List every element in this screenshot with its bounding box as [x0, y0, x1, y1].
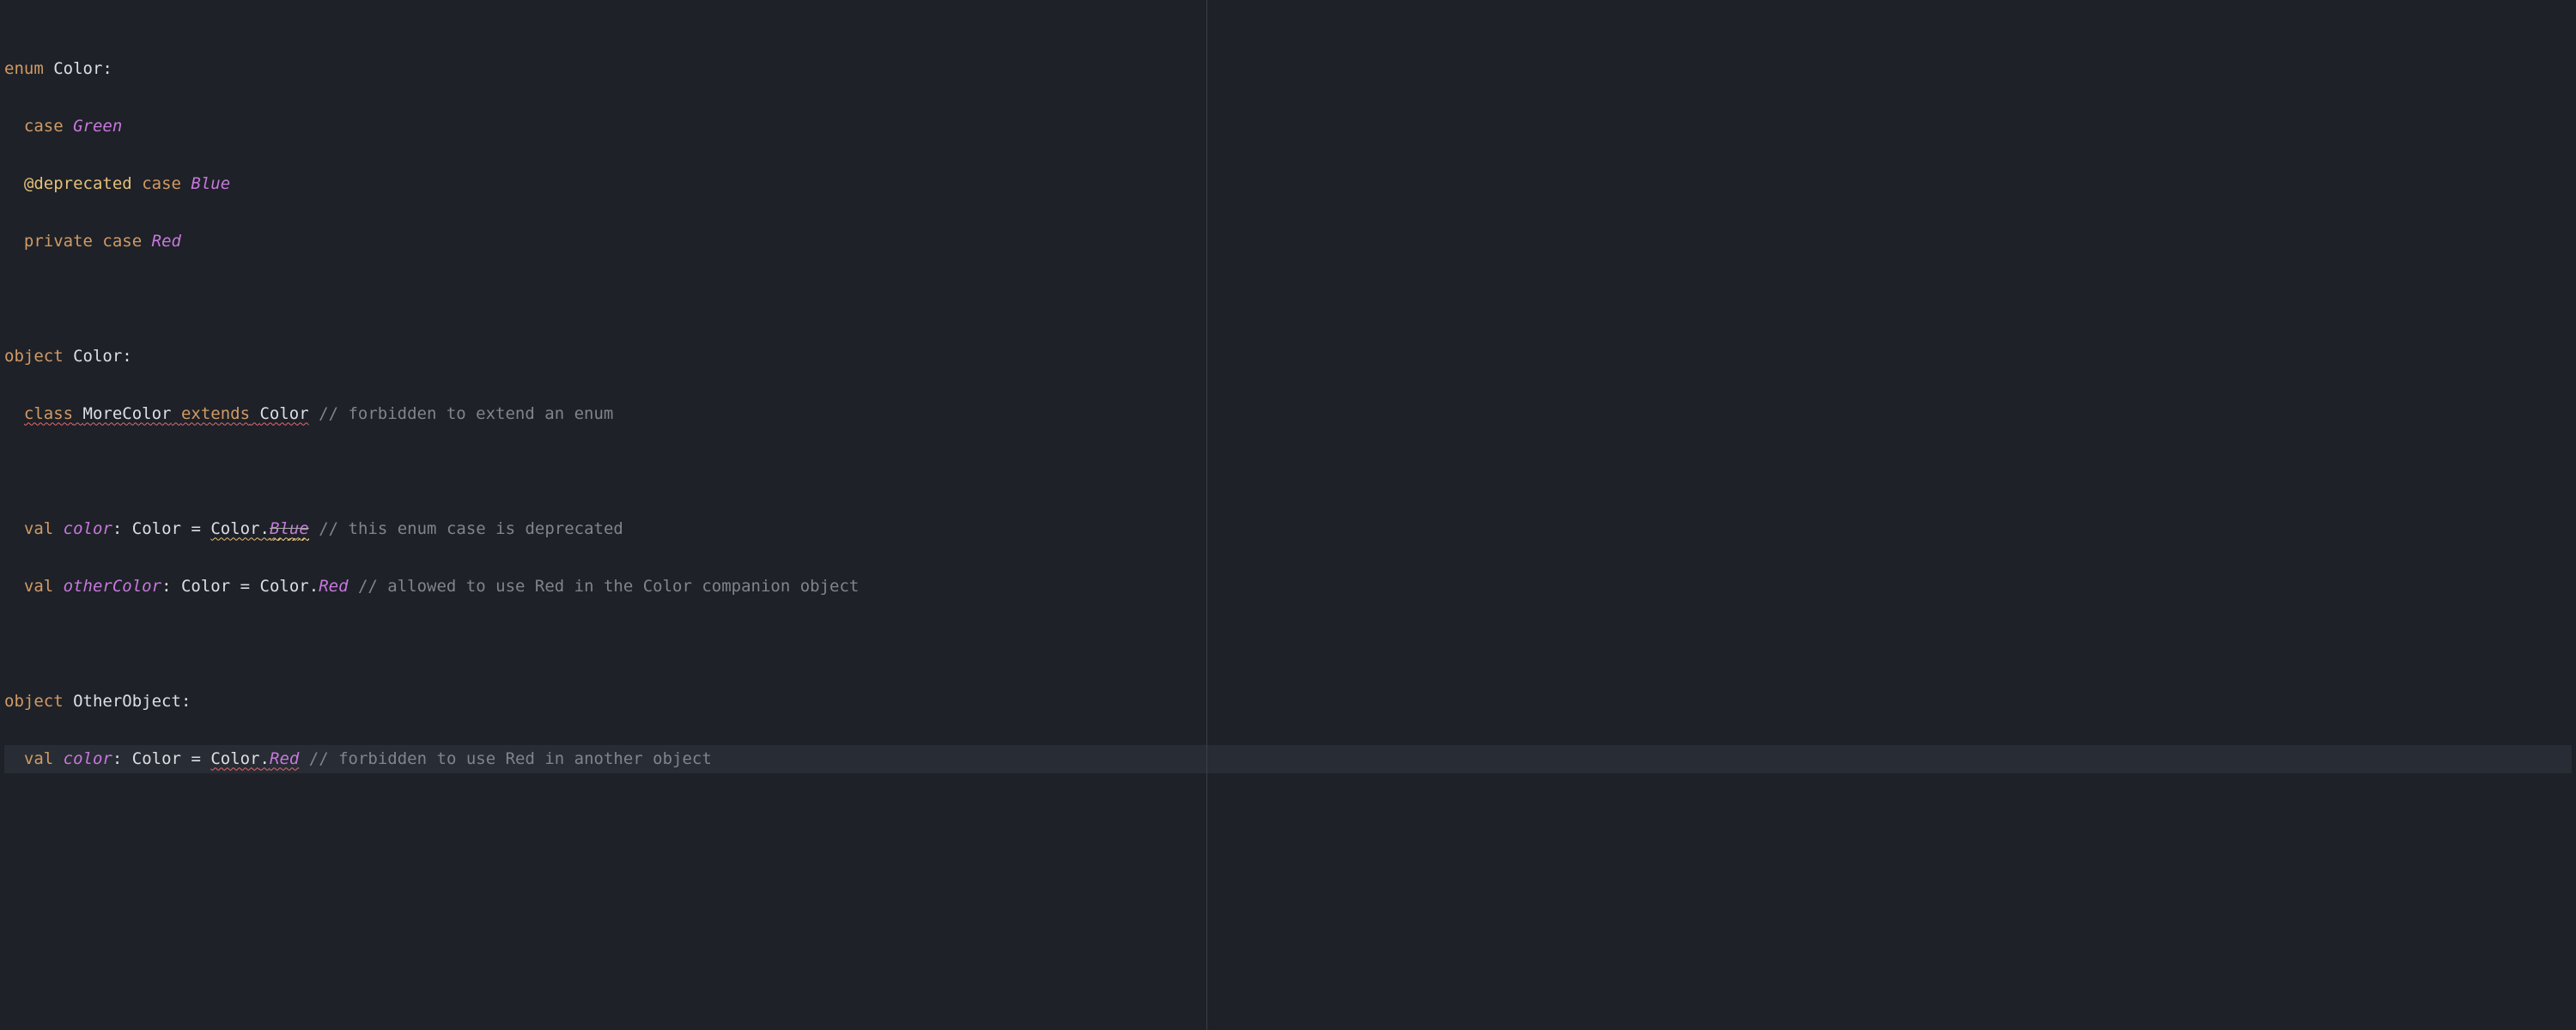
colon: : [181, 692, 191, 711]
colon: : [112, 749, 122, 768]
keyword-extends: extends [181, 404, 250, 423]
dot: . [260, 519, 270, 538]
keyword-object: object [4, 347, 64, 366]
keyword-case: case [24, 117, 64, 136]
code-line-highlighted: val color: Color = Color.Red // forbidde… [4, 745, 2572, 774]
colon: : [112, 519, 122, 538]
comment-slashes: // [319, 404, 338, 423]
blank-line [4, 457, 2572, 487]
comment-slashes: // [309, 749, 329, 768]
val-name: otherColor [64, 577, 161, 596]
object-ref: Color [210, 749, 259, 768]
keyword-val: val [24, 519, 53, 538]
keyword-case: case [142, 174, 181, 193]
keyword-enum: enum [4, 59, 44, 78]
code-line: case Green [4, 112, 2572, 142]
colon: : [122, 347, 131, 366]
right-margin-guide [1206, 0, 1207, 1030]
comment-text: this enum case is deprecated [338, 519, 623, 538]
colon: : [102, 59, 112, 78]
object-ref: Color [260, 577, 309, 596]
comment-text: forbidden to extend an enum [338, 404, 613, 423]
keyword-class: class [24, 404, 73, 423]
code-line: object Color: [4, 342, 2572, 372]
equals: = [240, 577, 250, 596]
keyword-private: private [24, 232, 93, 251]
type-name: Color [73, 347, 122, 366]
keyword-object: object [4, 692, 64, 711]
property-ref-error: Red [270, 749, 299, 768]
comment-text: forbidden to use Red in another object [329, 749, 712, 768]
equals: = [191, 749, 200, 768]
enum-case: Red [152, 232, 181, 251]
enum-case: Blue [191, 174, 230, 193]
dot: . [309, 577, 319, 596]
comment-slashes: // [319, 519, 338, 538]
code-line: val color: Color = Color.Blue // this en… [4, 515, 2572, 544]
code-line: @deprecated case Blue [4, 170, 2572, 199]
code-editor[interactable]: enum Color: case Green @deprecated case … [0, 0, 2576, 803]
blank-line [4, 630, 2572, 659]
colon: : [161, 577, 171, 596]
dot: . [260, 749, 270, 768]
val-name: color [64, 519, 112, 538]
deprecated-prop: Blue [270, 519, 309, 538]
type-name: Color [132, 519, 181, 538]
code-line: object OtherObject: [4, 688, 2572, 717]
val-name: color [64, 749, 112, 768]
code-line: class MoreColor extends Color // forbidd… [4, 400, 2572, 429]
object-ref: Color [210, 519, 259, 538]
comment-text: allowed to use Red in the Color companio… [378, 577, 860, 596]
type-name: OtherObject [73, 692, 181, 711]
code-line: private case Red [4, 227, 2572, 257]
annotation-deprecated: @deprecated [24, 174, 132, 193]
equals: = [191, 519, 200, 538]
comment-slashes: // [358, 577, 378, 596]
code-line: enum Color: [4, 55, 2572, 84]
blank-line [4, 285, 2572, 314]
type-name: Color [132, 749, 181, 768]
type-name: Color [53, 59, 102, 78]
keyword-val: val [24, 749, 53, 768]
enum-case: Green [73, 117, 122, 136]
type-name: Color [259, 404, 308, 423]
keyword-case: case [102, 232, 142, 251]
type-name: Color [181, 577, 230, 596]
code-line: val otherColor: Color = Color.Red // all… [4, 573, 2572, 602]
class-name: MoreColor [83, 404, 172, 423]
property-ref: Red [319, 577, 348, 596]
keyword-val: val [24, 577, 53, 596]
